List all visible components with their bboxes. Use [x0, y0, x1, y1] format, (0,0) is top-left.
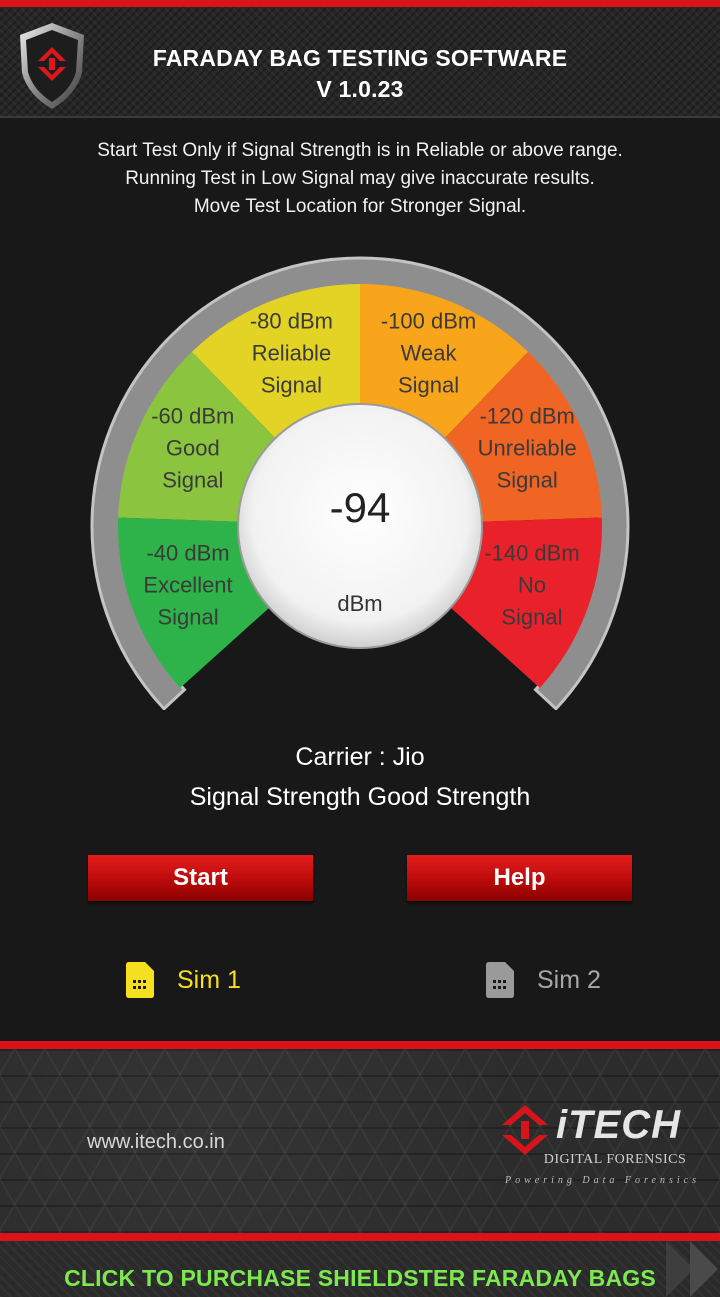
- arrow-right-icon: [666, 1241, 718, 1297]
- signal-unit: dBm: [337, 591, 383, 616]
- signal-notice: Start Test Only if Signal Strength is in…: [0, 137, 720, 221]
- gauge-segment-label: -80 dBm Reliable Signal: [250, 308, 333, 397]
- sim-card-icon: [486, 962, 514, 998]
- footer-divider: [0, 1041, 720, 1049]
- sim-1-label: Sim 1: [177, 965, 241, 994]
- purchase-banner[interactable]: CLICK TO PURCHASE SHIELDSTER FARADAY BAG…: [0, 1241, 720, 1297]
- signal-gauge: -40 dBm Excellent Signal-60 dBm Good Signal-…: [90, 256, 630, 710]
- signal-value: -94: [329, 484, 391, 531]
- app-title: FARADAY BAG TESTING SOFTWARE: [152, 45, 568, 71]
- brand-subtitle: DIGITAL FORENSICS: [543, 1152, 687, 1167]
- website-link[interactable]: www.itech.co.in: [87, 1131, 225, 1154]
- banner-divider: [0, 1233, 720, 1241]
- itech-logo-icon: [502, 1105, 548, 1155]
- sim-2-label: Sim 2: [537, 965, 601, 994]
- help-button[interactable]: Help: [407, 855, 632, 901]
- app-version: V 1.0.23: [316, 76, 404, 102]
- sim-2-tab[interactable]: Sim 2: [483, 960, 601, 1000]
- notice-line-1: Start Test Only if Signal Strength is in…: [97, 140, 623, 161]
- footer-brand-area: www.itech.co.in iTECH DIGITAL FORENSICS …: [0, 1049, 720, 1233]
- carrier-text: Carrier : Jio: [295, 743, 425, 771]
- sim-card-icon: [126, 962, 154, 998]
- signal-strength-text: Signal Strength Good Strength: [189, 783, 531, 811]
- shield-logo-icon: [20, 23, 84, 109]
- notice-line-3: Move Test Location for Stronger Signal.: [193, 196, 527, 217]
- sim-1-tab[interactable]: Sim 1: [123, 960, 241, 1000]
- app-header: FARADAY BAG TESTING SOFTWARE V 1.0.23: [0, 0, 720, 118]
- notice-line-2: Running Test in Low Signal may give inac…: [125, 168, 595, 189]
- start-button[interactable]: Start: [88, 855, 313, 901]
- purchase-banner-text[interactable]: CLICK TO PURCHASE SHIELDSTER FARADAY BAG…: [0, 1265, 720, 1292]
- brand-tagline: Powering Data Forensics: [505, 1175, 700, 1186]
- brand-name: iTECH: [556, 1103, 681, 1147]
